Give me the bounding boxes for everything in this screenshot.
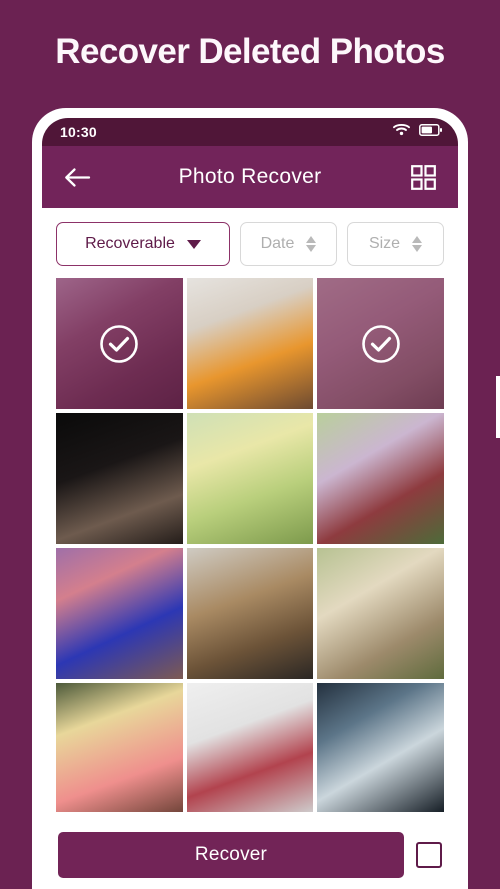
photo-image: [186, 278, 314, 409]
photo-image: [317, 413, 444, 544]
photo-image: [186, 683, 314, 812]
filter-bar: Recoverable Date Size: [42, 208, 458, 278]
filter-chip-size-label: Size: [368, 235, 401, 252]
filter-chip-recoverable[interactable]: Recoverable: [56, 222, 230, 266]
sort-arrows-icon: [306, 236, 317, 252]
phone-mockup: 10:30 Photo Recover Recoverable Date Siz…: [32, 108, 500, 889]
filter-chip-date[interactable]: Date: [240, 222, 337, 266]
photo-thumbnail[interactable]: [317, 278, 444, 409]
photo-image: [186, 548, 314, 679]
power-button[interactable]: [496, 376, 500, 438]
filter-chip-size[interactable]: Size: [347, 222, 444, 266]
status-clock: 10:30: [60, 124, 97, 140]
check-circle-icon: [361, 324, 400, 363]
phone-screen: 10:30 Photo Recover Recoverable Date Siz…: [42, 118, 458, 889]
back-arrow-icon[interactable]: [60, 160, 94, 194]
bottom-action-bar: Recover: [42, 812, 458, 889]
photo-thumbnail[interactable]: [317, 683, 444, 812]
status-icons: [393, 123, 442, 141]
photo-thumbnail[interactable]: [186, 683, 314, 812]
photo-image: [56, 413, 183, 544]
photo-thumbnail[interactable]: [56, 413, 183, 544]
battery-icon: [419, 123, 442, 141]
check-circle-icon: [100, 324, 139, 363]
photo-thumbnail[interactable]: [186, 278, 314, 409]
select-all-checkbox[interactable]: [416, 842, 442, 868]
photo-thumbnail[interactable]: [56, 683, 183, 812]
photo-thumbnail[interactable]: [317, 548, 444, 679]
wifi-icon: [393, 123, 410, 141]
chevron-down-icon: [186, 239, 201, 249]
photo-image: [186, 413, 314, 544]
photo-image: [317, 683, 444, 812]
photo-thumbnail[interactable]: [56, 548, 183, 679]
filter-chip-recoverable-label: Recoverable: [85, 235, 175, 252]
photo-image: [317, 548, 444, 679]
photo-grid: [42, 278, 458, 812]
app-bar-title: Photo Recover: [178, 165, 322, 188]
photo-thumbnail[interactable]: [186, 413, 314, 544]
photo-thumbnail[interactable]: [317, 413, 444, 544]
app-bar: Photo Recover: [42, 146, 458, 208]
photo-image: [56, 683, 183, 812]
filter-chip-date-label: Date: [260, 235, 295, 252]
photo-thumbnail[interactable]: [186, 548, 314, 679]
recover-button[interactable]: Recover: [58, 832, 404, 878]
photo-thumbnail[interactable]: [56, 278, 183, 409]
photo-image: [56, 548, 183, 679]
sort-arrows-icon: [412, 236, 423, 252]
status-bar: 10:30: [42, 118, 458, 146]
page-title: Recover Deleted Photos: [55, 32, 445, 71]
grid-view-icon[interactable]: [406, 160, 440, 194]
